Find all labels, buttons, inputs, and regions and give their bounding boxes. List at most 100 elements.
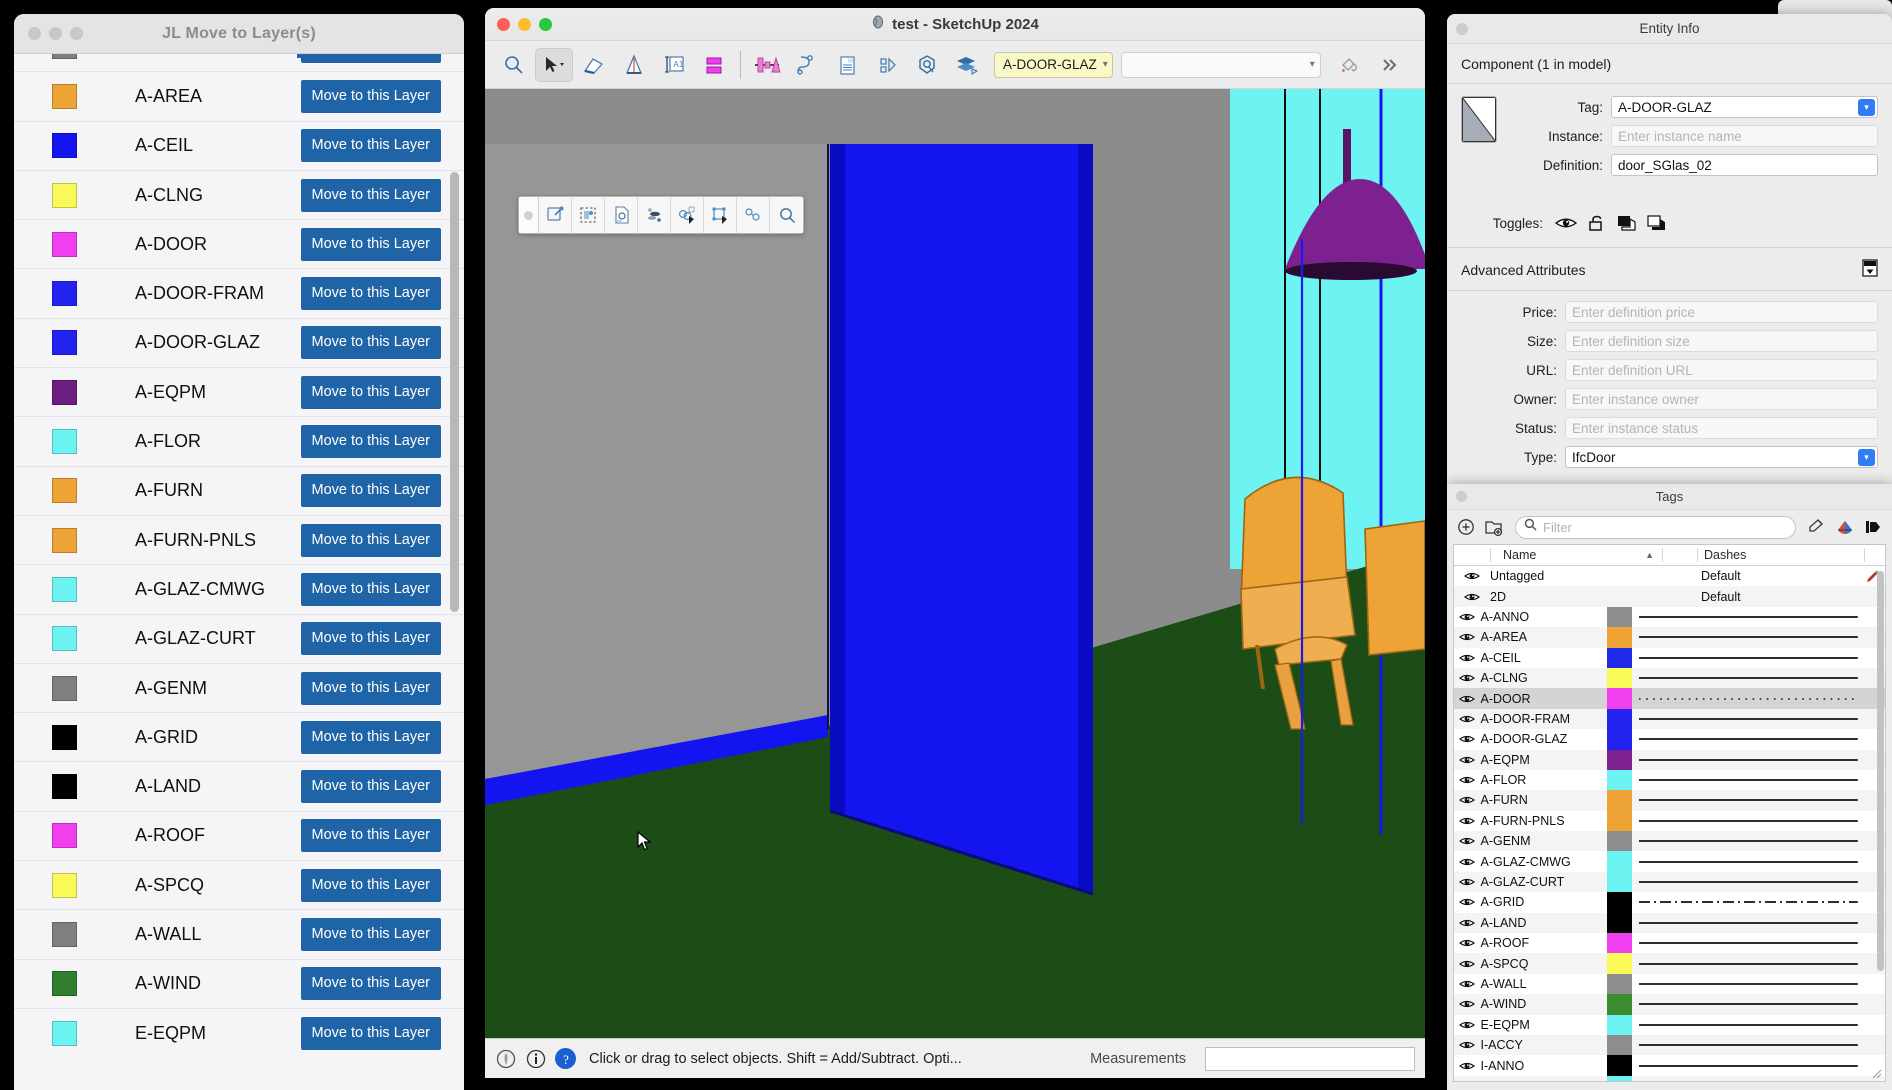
move-to-this-layer-button[interactable]: Move to this Layer — [301, 474, 441, 507]
field-input[interactable]: Enter definition URL — [1565, 359, 1878, 381]
tag-color-swatch[interactable] — [1607, 750, 1632, 770]
jl-titlebar[interactable]: JL Move to Layer(s) — [14, 14, 464, 54]
col-dashes[interactable]: Dashes — [1698, 545, 1864, 565]
field-input[interactable]: Enter instance owner — [1565, 388, 1878, 410]
move-to-this-layer-button[interactable]: Move to this Layer — [301, 425, 441, 458]
toolbar-grip[interactable] — [519, 197, 539, 233]
move-to-this-layer-button[interactable]: Move to this Layer — [301, 819, 441, 852]
move-to-this-layer-button[interactable]: Move to this Layer — [301, 1017, 441, 1050]
eye-icon[interactable] — [1454, 790, 1481, 810]
page-gear-icon[interactable]: csv — [605, 197, 638, 233]
tags-titlebar[interactable]: Tags — [1447, 484, 1892, 510]
eye-icon[interactable] — [1454, 1015, 1481, 1035]
eye-icon[interactable] — [1454, 688, 1481, 708]
tag-color-swatch[interactable] — [1607, 709, 1632, 729]
eye-icon[interactable] — [1454, 974, 1481, 994]
eye-icon[interactable] — [1454, 729, 1481, 749]
tag-color-swatch[interactable] — [1607, 953, 1632, 973]
eye-icon[interactable] — [1454, 627, 1481, 647]
field-input[interactable]: Enter instance name — [1611, 125, 1878, 147]
tag-row[interactable]: UntaggedDefault — [1454, 566, 1885, 586]
eye-icon[interactable] — [1454, 566, 1490, 586]
eye-icon[interactable] — [1454, 750, 1481, 770]
eye-icon[interactable] — [1454, 892, 1481, 912]
tags-table[interactable]: Name ▲ Dashes UntaggedDefault2DDefaultA-… — [1453, 544, 1886, 1082]
eye-icon[interactable] — [1454, 811, 1481, 831]
tag-row[interactable]: A-WIND — [1454, 994, 1885, 1014]
unlock-icon[interactable] — [1581, 213, 1611, 233]
move-to-this-layer-button[interactable]: Move to this Layer — [301, 277, 441, 310]
tag-row[interactable]: A-DOOR-FRAM — [1454, 709, 1885, 729]
tag-dash-cell[interactable] — [1632, 913, 1866, 933]
eye-icon[interactable] — [1454, 1076, 1481, 1082]
tag-color-swatch[interactable] — [1607, 933, 1632, 953]
tag-dash-cell[interactable] — [1632, 607, 1866, 627]
tag-color-swatch[interactable] — [1662, 586, 1696, 606]
move-to-this-layer-button[interactable]: Move to this Layer — [301, 524, 441, 557]
tag-dash-cell[interactable] — [1632, 994, 1866, 1014]
tag-dash-cell[interactable] — [1632, 709, 1866, 729]
bounding-pick-icon[interactable] — [704, 197, 737, 233]
eye-icon[interactable] — [1454, 851, 1481, 871]
tag-dash-cell[interactable] — [1632, 811, 1866, 831]
add-tag-folder-icon[interactable] — [1483, 516, 1505, 538]
col-name[interactable]: Name ▲ — [1491, 545, 1662, 565]
tag-color-swatch[interactable] — [1607, 1076, 1632, 1082]
zoom-selection-icon[interactable] — [770, 197, 803, 233]
dimension-icon[interactable] — [748, 48, 786, 82]
expand-toolbar-icon[interactable] — [1369, 48, 1407, 82]
tag-row[interactable]: I-CASE — [1454, 1076, 1885, 1082]
tag-color-swatch[interactable] — [1607, 1015, 1632, 1035]
node-group-icon[interactable] — [638, 197, 671, 233]
tag-dash-cell[interactable] — [1632, 1055, 1866, 1075]
tag-color-swatch[interactable] — [1607, 607, 1632, 627]
tag-dash-cell[interactable] — [1632, 627, 1866, 647]
paint-bucket-icon[interactable] — [1329, 48, 1367, 82]
magnify-icon[interactable] — [495, 48, 533, 82]
path-icon[interactable] — [788, 48, 826, 82]
tag-dash-cell[interactable] — [1632, 668, 1866, 688]
eye-icon[interactable] — [1454, 1055, 1481, 1075]
field-input[interactable]: Enter definition price — [1565, 301, 1878, 323]
tag-row[interactable]: A-AREA — [1454, 627, 1885, 647]
secondary-dropdown[interactable]: ▾ — [1121, 52, 1321, 78]
field-input[interactable]: Enter instance status — [1565, 417, 1878, 439]
tag-color-swatch[interactable] — [1607, 648, 1632, 668]
node-link-icon[interactable] — [737, 197, 770, 233]
tag-color-swatch[interactable] — [1607, 729, 1632, 749]
tag-row[interactable]: A-SPCQ — [1454, 953, 1885, 973]
eye-icon[interactable] — [1454, 831, 1481, 851]
eye-icon[interactable] — [1454, 668, 1481, 688]
tag-details-icon[interactable] — [1862, 516, 1884, 538]
tag-dash-cell[interactable] — [1632, 648, 1866, 668]
align-stack-icon[interactable] — [695, 48, 733, 82]
select-arrow-icon[interactable] — [535, 48, 573, 82]
tag-color-swatch[interactable] — [1607, 913, 1632, 933]
move-to-this-layer-button[interactable]: Move to this Layer — [301, 80, 441, 113]
tag-row[interactable]: A-GLAZ-CURT — [1454, 872, 1885, 892]
field-input[interactable]: Enter definition size — [1565, 330, 1878, 352]
tag-row[interactable]: A-WALL — [1454, 974, 1885, 994]
tag-row[interactable]: A-ROOF — [1454, 933, 1885, 953]
tag-color-swatch[interactable] — [1607, 790, 1632, 810]
tag-row[interactable]: A-DOOR-GLAZ — [1454, 729, 1885, 749]
tag-dash-cell[interactable] — [1632, 1076, 1866, 1082]
chevron-down-icon[interactable]: ▾ — [1858, 99, 1875, 116]
move-to-this-layer-button[interactable]: Move to this Layer — [301, 672, 441, 705]
tag-row[interactable]: E-EQPM — [1454, 1015, 1885, 1035]
eye-icon[interactable] — [1454, 709, 1481, 729]
tags-scrollbar-thumb[interactable] — [1877, 571, 1884, 971]
tag-color-swatch[interactable] — [1607, 994, 1632, 1014]
eraser-icon[interactable] — [575, 48, 613, 82]
move-to-this-layer-button[interactable]: Move to this Layer — [301, 54, 441, 63]
eye-icon[interactable] — [1454, 913, 1481, 933]
add-tag-icon[interactable] — [1455, 516, 1477, 538]
tags-toolbar[interactable]: Filter — [1447, 510, 1892, 544]
tags-filter-input[interactable]: Filter — [1515, 516, 1796, 539]
resize-handle-icon[interactable] — [1870, 1066, 1882, 1078]
tag-row[interactable]: A-LAND — [1454, 913, 1885, 933]
tag-dash-cell[interactable] — [1632, 953, 1866, 973]
tag-row[interactable]: A-CEIL — [1454, 648, 1885, 668]
tag-dash-cell[interactable] — [1632, 933, 1866, 953]
tag-dash-cell[interactable] — [1632, 790, 1866, 810]
